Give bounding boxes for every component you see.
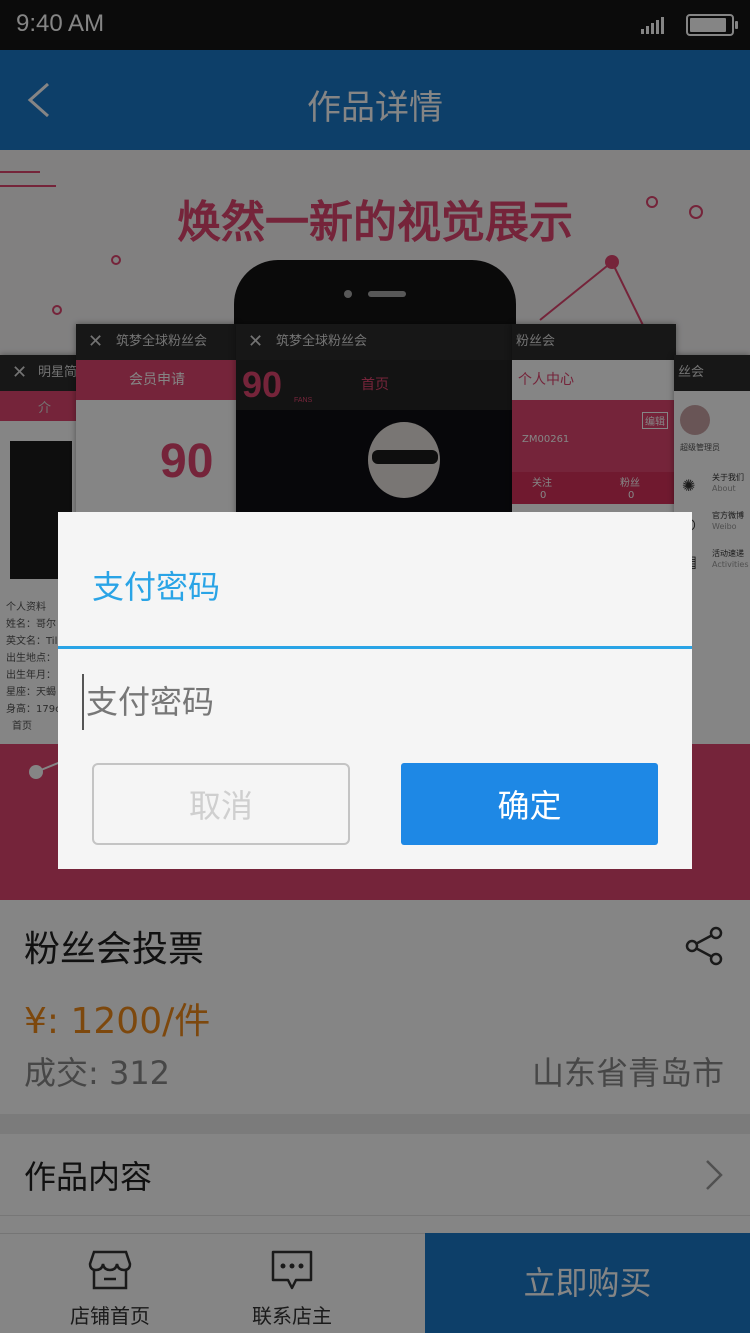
payment-password-input[interactable] <box>82 674 662 730</box>
dialog-title: 支付密码 <box>92 568 221 606</box>
cancel-button[interactable]: 取消 <box>92 763 350 845</box>
confirm-button[interactable]: 确定 <box>401 763 658 845</box>
payment-password-dialog: 支付密码 取消 确定 <box>58 512 692 869</box>
dialog-divider <box>58 646 692 649</box>
